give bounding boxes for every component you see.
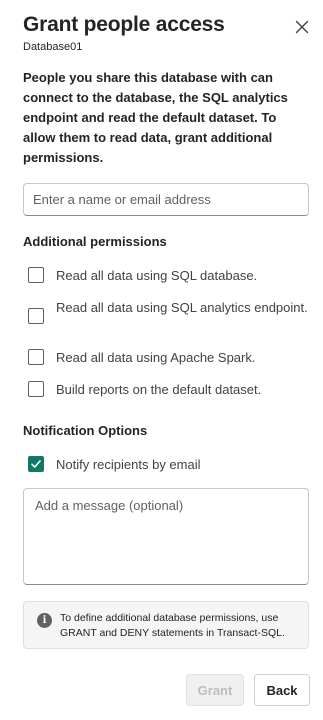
checkbox-checked[interactable] (28, 456, 44, 472)
panel-title: Grant people access (23, 13, 225, 36)
permission-apache-spark[interactable]: Read all data using Apache Spark. (28, 348, 308, 367)
permission-label: Read all data using Apache Spark. (56, 350, 256, 365)
notify-label: Notify recipients by email (56, 457, 201, 472)
permission-build-reports[interactable]: Build reports on the default dataset. (28, 380, 308, 399)
permission-sql-database[interactable]: Read all data using SQL database. (28, 266, 308, 285)
checkbox[interactable] (28, 308, 44, 324)
back-button[interactable]: Back (254, 674, 310, 706)
notification-options-heading: Notification Options (23, 423, 148, 438)
checkbox[interactable] (28, 349, 44, 365)
message-textarea[interactable] (23, 488, 309, 585)
additional-permissions-heading: Additional permissions (23, 234, 167, 249)
checkbox[interactable] (28, 267, 44, 283)
close-icon-graphic (295, 20, 309, 34)
checkmark-icon (31, 460, 41, 468)
name-email-input[interactable] (23, 183, 309, 216)
close-icon[interactable] (292, 17, 312, 37)
info-message-bar: i To define additional database permissi… (23, 601, 309, 649)
item-name: Database01 (23, 41, 83, 53)
grant-button[interactable]: Grant (186, 674, 244, 706)
permission-sql-endpoint[interactable]: Read all data using SQL analytics endpoi… (28, 298, 308, 324)
info-text: To define additional database permission… (60, 612, 285, 639)
permission-label: Build reports on the default dataset. (56, 382, 262, 397)
permission-label: Read all data using SQL analytics endpoi… (56, 300, 308, 315)
checkbox[interactable] (28, 381, 44, 397)
permission-label: Read all data using SQL database. (56, 268, 258, 283)
info-icon: i (37, 613, 52, 628)
share-description: People you share this database with can … (23, 70, 288, 165)
grant-access-panel: Grant people access Database01 People yo… (0, 0, 323, 720)
notify-by-email-option[interactable]: Notify recipients by email (28, 455, 308, 474)
